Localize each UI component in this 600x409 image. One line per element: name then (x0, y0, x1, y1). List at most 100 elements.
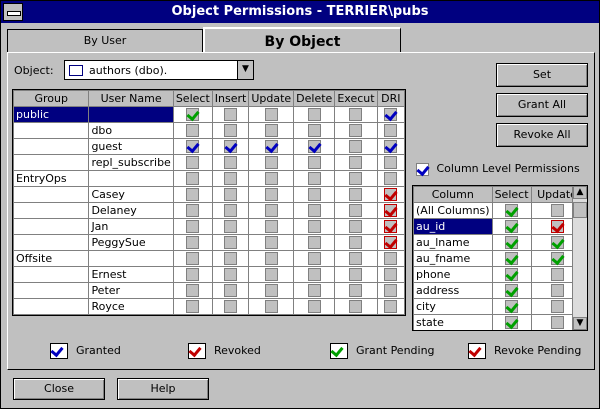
permission-checkbox[interactable] (224, 236, 238, 250)
permission-checkbox[interactable] (307, 284, 321, 298)
permission-checkbox[interactable] (186, 300, 200, 314)
permission-checkbox[interactable] (550, 300, 564, 314)
table-row[interactable]: Royce (13, 298, 405, 315)
permission-checkbox[interactable] (349, 300, 363, 314)
grant-all-button[interactable]: Grant All (496, 93, 588, 117)
table-row[interactable]: Jan (13, 218, 405, 235)
table-row[interactable]: address (413, 282, 584, 299)
permission-checkbox[interactable] (550, 316, 564, 330)
permission-checkbox[interactable] (264, 236, 278, 250)
permission-checkbox[interactable] (186, 284, 200, 298)
table-row[interactable]: guest (13, 138, 405, 155)
help-button[interactable]: Help (117, 378, 209, 400)
set-button[interactable]: Set (496, 63, 588, 87)
table-row[interactable]: city (413, 298, 584, 315)
permission-checkbox[interactable] (349, 236, 363, 250)
permission-checkbox[interactable] (307, 268, 321, 282)
revoked-checkbox[interactable] (384, 188, 398, 202)
permission-checkbox[interactable] (307, 220, 321, 234)
vertical-scrollbar[interactable]: ▲ ▼ (572, 186, 587, 330)
permission-checkbox[interactable] (349, 268, 363, 282)
grant-pending-checkbox[interactable] (505, 316, 519, 330)
permission-checkbox[interactable] (224, 156, 238, 170)
permission-checkbox[interactable] (224, 300, 238, 314)
granted-checkbox[interactable] (264, 140, 278, 154)
permission-checkbox[interactable] (384, 252, 398, 266)
permission-checkbox[interactable] (384, 300, 398, 314)
permission-checkbox[interactable] (384, 268, 398, 282)
granted-checkbox[interactable] (384, 140, 398, 154)
scroll-down-icon[interactable]: ▼ (573, 317, 587, 330)
permission-checkbox[interactable] (550, 204, 564, 218)
scroll-up-icon[interactable]: ▲ (573, 186, 587, 199)
permission-checkbox[interactable] (307, 236, 321, 250)
permission-checkbox[interactable] (224, 252, 238, 266)
permission-checkbox[interactable] (186, 252, 200, 266)
permission-checkbox[interactable] (307, 108, 321, 122)
permission-checkbox[interactable] (224, 172, 238, 186)
table-row[interactable]: Offsite (13, 250, 405, 267)
table-row[interactable]: state (413, 314, 584, 330)
permission-checkbox[interactable] (349, 156, 363, 170)
table-row[interactable]: Casey (13, 186, 405, 203)
table-row[interactable]: Ernest (13, 266, 405, 283)
permission-checkbox[interactable] (349, 172, 363, 186)
permission-checkbox[interactable] (264, 124, 278, 138)
permission-checkbox[interactable] (186, 220, 200, 234)
permission-checkbox[interactable] (349, 108, 363, 122)
system-menu-icon[interactable] (3, 3, 23, 21)
grant-pending-checkbox[interactable] (550, 236, 564, 250)
object-dropdown[interactable]: authors (dbo). ▼ (64, 60, 254, 80)
column-level-permissions-checkbox[interactable]: Column Level Permissions (416, 162, 580, 176)
revoke-all-button[interactable]: Revoke All (496, 123, 588, 147)
table-row[interactable]: Delaney (13, 202, 405, 219)
grant-pending-checkbox[interactable] (505, 300, 519, 314)
grant-pending-checkbox[interactable] (505, 204, 519, 218)
permission-checkbox[interactable] (264, 188, 278, 202)
permission-checkbox[interactable] (264, 252, 278, 266)
permission-checkbox[interactable] (224, 188, 238, 202)
scroll-thumb[interactable] (573, 202, 587, 218)
grant-pending-checkbox[interactable] (505, 236, 519, 250)
revoked-checkbox[interactable] (384, 204, 398, 218)
permission-checkbox[interactable] (307, 300, 321, 314)
grant-pending-checkbox[interactable] (550, 252, 564, 266)
tab-by-object[interactable]: By Object (203, 27, 401, 53)
permission-checkbox[interactable] (349, 204, 363, 218)
permission-checkbox[interactable] (349, 220, 363, 234)
table-row[interactable]: PeggySue (13, 234, 405, 251)
permissions-grid[interactable]: Group User Name Select Insert Update Del… (12, 89, 406, 316)
granted-checkbox[interactable] (307, 140, 321, 154)
permission-checkbox[interactable] (264, 268, 278, 282)
grant-pending-checkbox[interactable] (505, 252, 519, 266)
permission-checkbox[interactable] (224, 204, 238, 218)
permission-checkbox[interactable] (307, 188, 321, 202)
table-row[interactable]: (All Columns) (413, 202, 584, 219)
permission-checkbox[interactable] (307, 124, 321, 138)
permission-checkbox[interactable] (224, 124, 238, 138)
permission-checkbox[interactable] (307, 172, 321, 186)
permission-checkbox[interactable] (186, 204, 200, 218)
grant-pending-checkbox[interactable] (505, 220, 519, 234)
permission-checkbox[interactable] (224, 268, 238, 282)
permission-checkbox[interactable] (307, 156, 321, 170)
granted-checkbox[interactable] (384, 108, 398, 122)
permission-checkbox[interactable] (264, 156, 278, 170)
permission-checkbox[interactable] (264, 172, 278, 186)
permission-checkbox[interactable] (550, 268, 564, 282)
revoked-checkbox[interactable] (384, 220, 398, 234)
table-row[interactable]: au_id (413, 218, 584, 235)
grant-pending-checkbox[interactable] (505, 268, 519, 282)
table-row[interactable]: dbo (13, 122, 405, 139)
table-row[interactable]: public (13, 106, 405, 123)
revoked-checkbox[interactable] (550, 220, 564, 234)
permission-checkbox[interactable] (264, 220, 278, 234)
permission-checkbox[interactable] (186, 156, 200, 170)
permission-checkbox[interactable] (349, 140, 363, 154)
permission-checkbox[interactable] (224, 284, 238, 298)
permission-checkbox[interactable] (384, 124, 398, 138)
permission-checkbox[interactable] (349, 284, 363, 298)
permission-checkbox[interactable] (186, 188, 200, 202)
permission-checkbox[interactable] (224, 220, 238, 234)
permission-checkbox[interactable] (550, 284, 564, 298)
